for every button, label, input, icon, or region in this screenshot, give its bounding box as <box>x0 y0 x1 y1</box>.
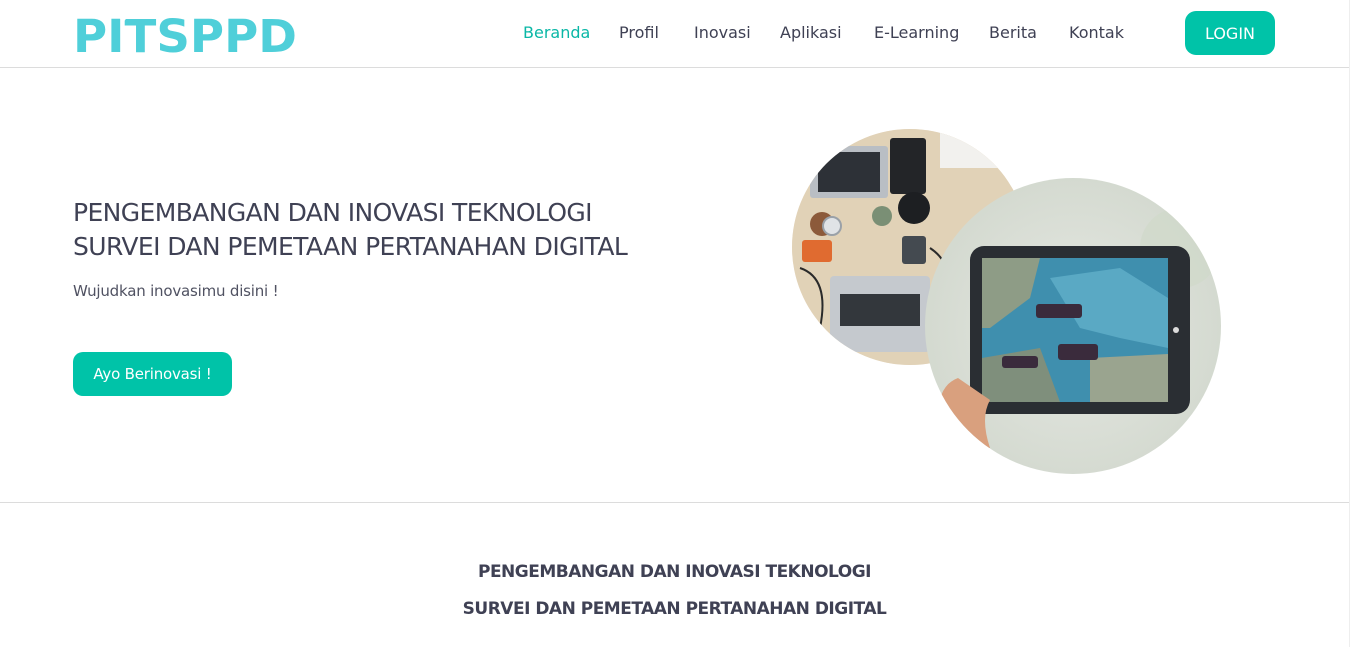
nav-item-inovasi[interactable]: Inovasi <box>694 23 751 43</box>
nav-item-profil[interactable]: Profil <box>619 23 659 43</box>
login-button[interactable]: LOGIN <box>1185 11 1275 55</box>
nav-item-e-learning[interactable]: E-Learning <box>874 23 959 43</box>
top-navbar: PITSPPD Beranda Profil Inovasi Aplikasi … <box>0 0 1349 68</box>
hero-subtitle: Wujudkan inovasimu disini ! <box>73 282 279 300</box>
section-title-line-2: SURVEI DAN PEMETAAN PERTANAHAN DIGITAL <box>462 599 887 619</box>
hero-title-line-1: PENGEMBANGAN DAN INOVASI TEKNOLOGI <box>73 198 593 227</box>
nav-item-aplikasi[interactable]: Aplikasi <box>780 23 842 43</box>
hero-title-line-2: SURVEI DAN PEMETAAN PERTANAHAN DIGITAL <box>73 232 628 261</box>
svg-text:PITSPPD: PITSPPD <box>73 12 297 55</box>
pitsppd-logo[interactable]: PITSPPD <box>73 12 299 55</box>
intro-section: PENGEMBANGAN DAN INOVASI TEKNOLOGI SURVE… <box>0 503 1349 647</box>
nav-item-kontak[interactable]: Kontak <box>1069 23 1124 43</box>
hero-title: PENGEMBANGAN DAN INOVASI TEKNOLOGI SURVE… <box>73 196 713 264</box>
nav-item-berita[interactable]: Berita <box>989 23 1037 43</box>
ayo-berinovasi-button[interactable]: Ayo Berinovasi ! <box>73 352 232 396</box>
nav-item-beranda[interactable]: Beranda <box>523 23 590 43</box>
section-title-line-1: PENGEMBANGAN DAN INOVASI TEKNOLOGI <box>477 562 872 582</box>
hero-section: PENGEMBANGAN DAN INOVASI TEKNOLOGI SURVE… <box>0 68 1349 501</box>
hero-illustration <box>792 129 1221 474</box>
